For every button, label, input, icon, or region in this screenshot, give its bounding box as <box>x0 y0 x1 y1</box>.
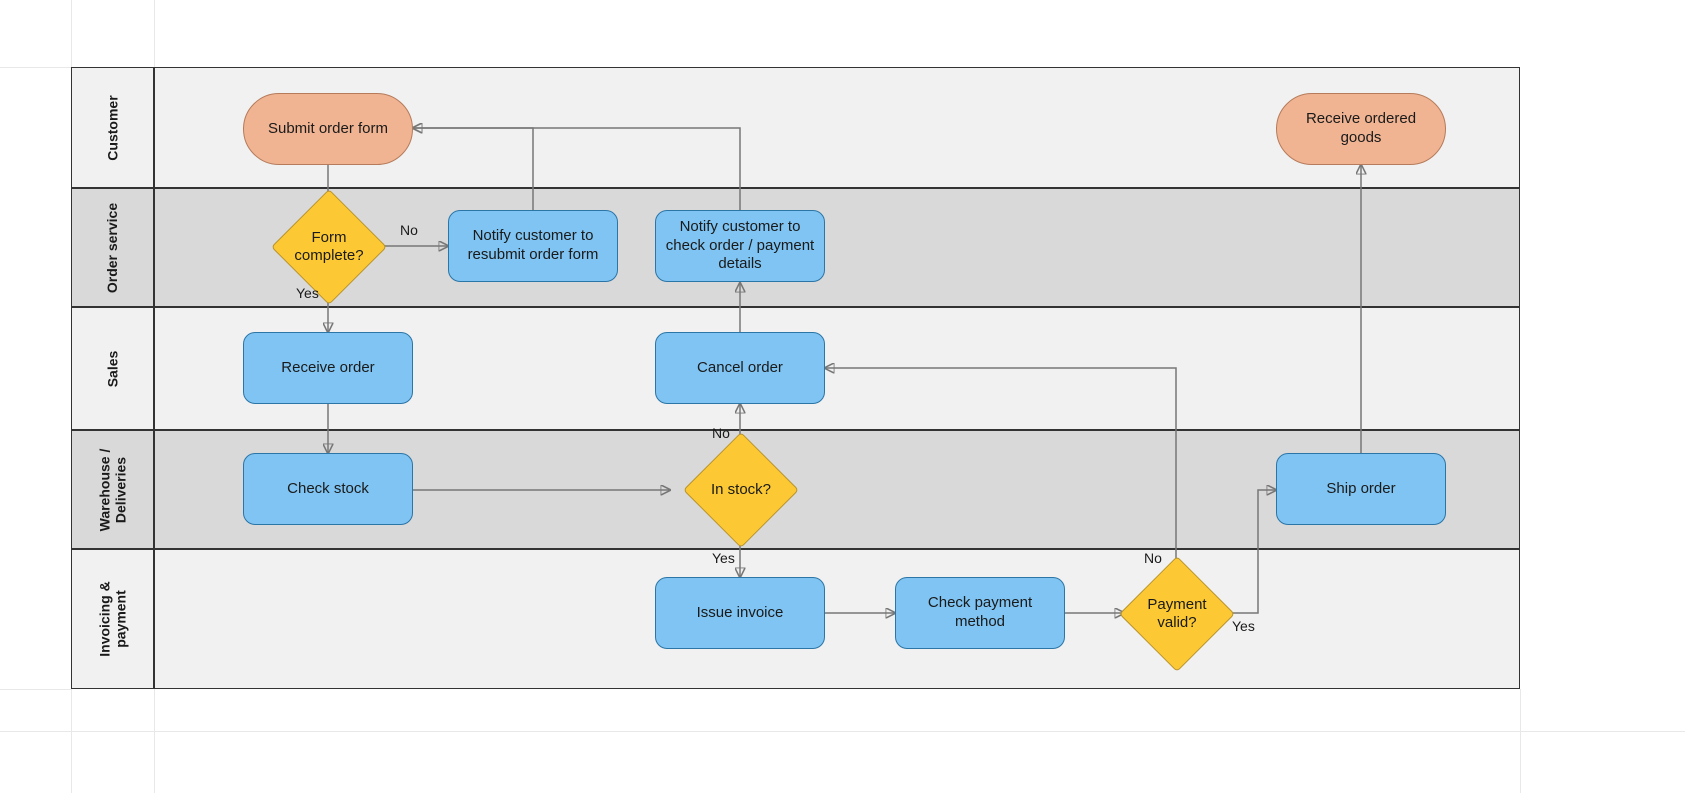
node-label: Payment valid? <box>1137 596 1217 632</box>
node-label: Check stock <box>287 480 369 499</box>
edge-label-payment-no: No <box>1144 550 1162 566</box>
node-notify-resubmit: Notify customer to resubmit order form <box>448 210 618 282</box>
lane-label-sales: Sales <box>71 307 154 430</box>
node-label: Form complete? <box>289 229 369 265</box>
node-check-payment-method: Check payment method <box>895 577 1065 649</box>
edge-label-payment-yes: Yes <box>1232 618 1255 634</box>
node-label: Ship order <box>1326 480 1395 499</box>
lane-label-text: Warehouse / Deliveries <box>97 448 129 531</box>
lane-body-invoicing <box>154 549 1520 689</box>
lane-label-text: Sales <box>105 328 121 409</box>
lane-label-text: Invoicing & payment <box>97 579 129 660</box>
node-label: Receive order <box>281 359 374 378</box>
node-ship-order: Ship order <box>1276 453 1446 525</box>
edge-label-stock-no: No <box>712 425 730 441</box>
lane-label-order-service: Order service <box>71 188 154 307</box>
lane-label-invoicing: Invoicing & payment <box>71 549 154 689</box>
node-receive-order: Receive order <box>243 332 413 404</box>
lane-label-warehouse: Warehouse / Deliveries <box>71 430 154 549</box>
node-submit-order-form: Submit order form <box>243 93 413 165</box>
node-label: Cancel order <box>697 359 783 378</box>
edge-label-form-yes: Yes <box>296 285 319 301</box>
node-label: In stock? <box>701 481 781 499</box>
node-label: Receive ordered goods <box>1285 110 1437 148</box>
node-check-stock: Check stock <box>243 453 413 525</box>
edge-label-stock-yes: Yes <box>712 550 735 566</box>
lane-label-text: Order service <box>105 202 121 292</box>
diagram-canvas: Customer Order service Sales Warehouse /… <box>0 0 1685 793</box>
node-issue-invoice: Issue invoice <box>655 577 825 649</box>
node-label: Issue invoice <box>697 604 784 623</box>
node-cancel-order: Cancel order <box>655 332 825 404</box>
edge-label-form-no: No <box>400 222 418 238</box>
node-label: Check payment method <box>904 594 1056 632</box>
node-label: Notify customer to resubmit order form <box>457 227 609 265</box>
node-label: Submit order form <box>268 120 388 139</box>
lane-label-text: Customer <box>105 87 121 168</box>
node-label: Notify customer to check order / payment… <box>664 218 816 274</box>
lane-label-customer: Customer <box>71 67 154 188</box>
node-notify-check-details: Notify customer to check order / payment… <box>655 210 825 282</box>
node-receive-goods: Receive ordered goods <box>1276 93 1446 165</box>
